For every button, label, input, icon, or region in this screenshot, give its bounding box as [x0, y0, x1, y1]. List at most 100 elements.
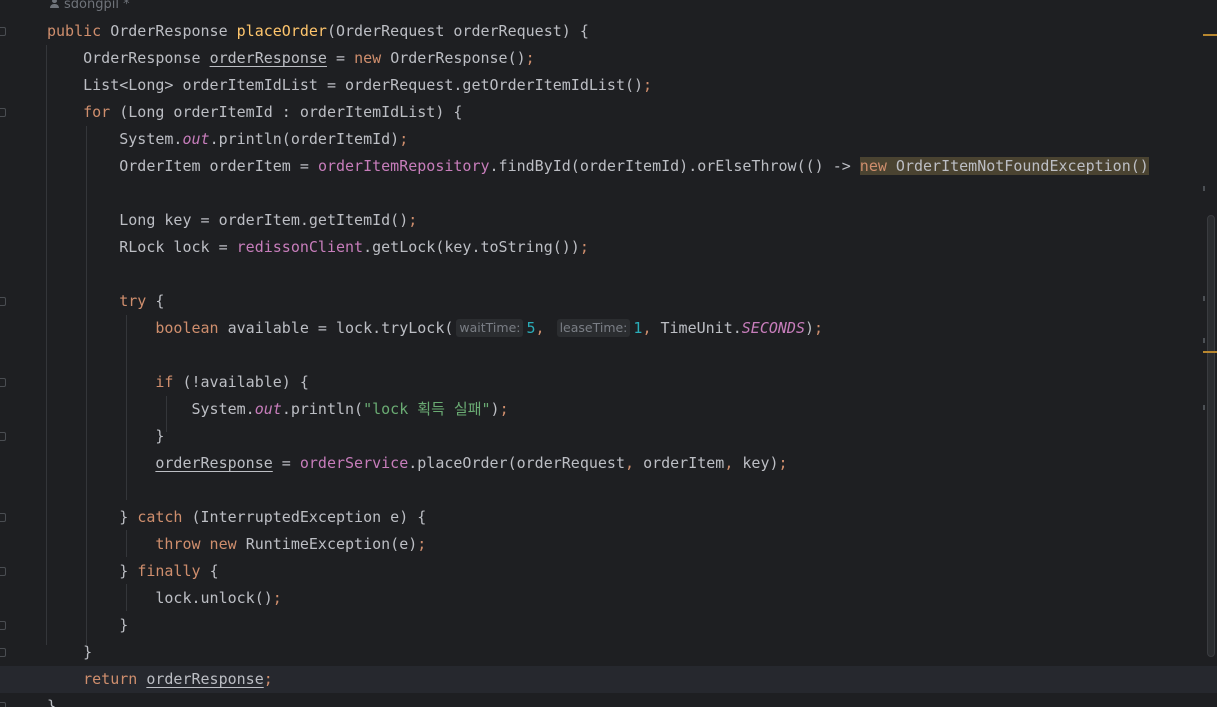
code-line[interactable]: RLock lock = redissonClient.getLock(key.… [47, 234, 1217, 261]
fold-marker-icon[interactable] [0, 702, 6, 707]
warning-marker[interactable] [1203, 351, 1217, 353]
code-token: return [47, 670, 147, 688]
code-token: List<Long> orderItemIdList = orderReques… [47, 76, 644, 94]
code-line[interactable]: Long key = orderItem.getItemId(); [47, 207, 1217, 234]
code-line[interactable]: } [47, 639, 1217, 666]
parameter-hint: waitTime: [456, 319, 524, 337]
variable-reference: orderResponse [209, 49, 327, 67]
scroll-tick [1203, 338, 1205, 343]
variable-reference: orderResponse [155, 454, 273, 472]
code-token: , [724, 454, 743, 472]
code-token: public [47, 22, 111, 40]
code-token: = [272, 454, 300, 472]
code-line[interactable]: lock.unlock(); [47, 585, 1217, 612]
code-token: OrderResponse [110, 22, 237, 40]
fold-marker-icon[interactable] [0, 108, 6, 117]
fold-marker-icon[interactable] [0, 432, 6, 441]
code-token: ; [408, 211, 418, 229]
code-token: orderItem [643, 454, 725, 472]
fold-marker-icon[interactable] [0, 27, 6, 36]
fold-marker-icon[interactable] [0, 567, 6, 576]
code-token: ; [579, 238, 589, 256]
code-token: (Long orderItemId : orderItemIdList) { [119, 103, 463, 121]
fold-marker-icon[interactable] [0, 297, 6, 306]
warning-marker[interactable] [1203, 34, 1217, 36]
code-line[interactable]: } [47, 612, 1217, 639]
code-line[interactable]: OrderItem orderItem = orderItemRepositor… [47, 153, 1217, 180]
code-line[interactable]: public OrderResponse placeOrder(OrderReq… [47, 18, 1217, 45]
code-token: ; [417, 535, 427, 553]
code-line[interactable]: } [47, 693, 1217, 707]
code-token: } [47, 562, 138, 580]
code-token: .println( [281, 400, 364, 418]
code-line[interactable]: if (!available) { [47, 369, 1217, 396]
fold-marker-icon[interactable] [0, 513, 6, 522]
variable-reference: orderResponse [146, 670, 264, 688]
code-token: key) [742, 454, 779, 472]
code-line[interactable]: } catch (InterruptedException e) { [47, 504, 1217, 531]
code-line[interactable]: System.out.println(orderItemId); [47, 126, 1217, 153]
code-line[interactable] [47, 477, 1217, 504]
code-token: ; [272, 589, 282, 607]
fold-marker-icon[interactable] [0, 621, 6, 630]
code-line[interactable] [47, 180, 1217, 207]
code-line[interactable]: List<Long> orderItemIdList = orderReques… [47, 72, 1217, 99]
code-line[interactable]: boolean available = lock.tryLock(waitTim… [47, 315, 1217, 342]
code-token: catch [137, 508, 192, 526]
code-line[interactable]: throw new RuntimeException(e); [47, 531, 1217, 558]
code-line[interactable]: } [47, 423, 1217, 450]
code-token: ; [778, 454, 788, 472]
code-token: , [535, 319, 554, 337]
fold-marker-icon[interactable] [0, 648, 6, 657]
fold-marker-icon[interactable] [0, 378, 6, 387]
code-token: if [47, 373, 183, 391]
code-token: .getLock(key.toString()) [363, 238, 580, 256]
code-token: new [859, 157, 896, 175]
static-field: SECONDS [741, 319, 805, 337]
code-author-hint[interactable]: sdongpil * [50, 0, 130, 13]
code-line[interactable]: orderResponse = orderService.placeOrder(… [47, 450, 1217, 477]
code-editor[interactable]: sdongpil * public OrderResponse placeOrd… [0, 0, 1217, 707]
code-line[interactable]: } finally { [47, 558, 1217, 585]
field-reference: orderService [299, 454, 409, 472]
code-token: boolean [47, 319, 228, 337]
code-line[interactable] [47, 342, 1217, 369]
code-token: available = lock.tryLock( [227, 319, 454, 337]
code-token: = [326, 49, 355, 67]
code-token: throw new [47, 535, 246, 553]
code-token: } [47, 697, 57, 707]
code-token: , [642, 319, 661, 337]
code-token: System. [47, 400, 255, 418]
number-literal: 5 [526, 319, 536, 337]
code-token: { [155, 292, 165, 310]
code-token: Long key = orderItem.getItemId() [47, 211, 409, 229]
code-line[interactable]: System.out.println("lock 획득 실패"); [47, 396, 1217, 423]
code-line[interactable]: return orderResponse; [0, 666, 1217, 693]
code-token: .findById(orderItemId).orElseThrow(() -> [489, 157, 860, 175]
scroll-thumb[interactable] [1207, 215, 1215, 657]
scroll-tick [1203, 405, 1205, 410]
code-line[interactable]: try { [47, 288, 1217, 315]
code-token: OrderItemNotFoundException() [895, 157, 1149, 175]
fold-gutter [0, 0, 10, 707]
code-token: .println(orderItemId) [209, 130, 400, 148]
scroll-tick [1203, 186, 1205, 191]
code-token: TimeUnit. [660, 319, 742, 337]
editor-scrollbar[interactable] [1200, 0, 1217, 707]
code-line[interactable] [47, 261, 1217, 288]
code-token: lock.unlock() [47, 589, 273, 607]
code-token: RuntimeException(e) [245, 535, 418, 553]
code-token: } [47, 508, 138, 526]
code-token: } [47, 427, 165, 445]
author-name: sdongpil * [64, 0, 130, 12]
code-line[interactable]: OrderResponse orderResponse = new OrderR… [47, 45, 1217, 72]
string-literal: "lock 획득 실패" [363, 400, 491, 418]
code-token: RLock lock = [47, 238, 237, 256]
person-icon [50, 0, 59, 8]
code-token: OrderResponse [47, 49, 210, 67]
code-line[interactable]: for (Long orderItemId : orderItemIdList)… [47, 99, 1217, 126]
code-token: , [625, 454, 644, 472]
method-name: placeOrder [236, 22, 327, 40]
code-area[interactable]: public OrderResponse placeOrder(OrderReq… [0, 18, 1217, 707]
